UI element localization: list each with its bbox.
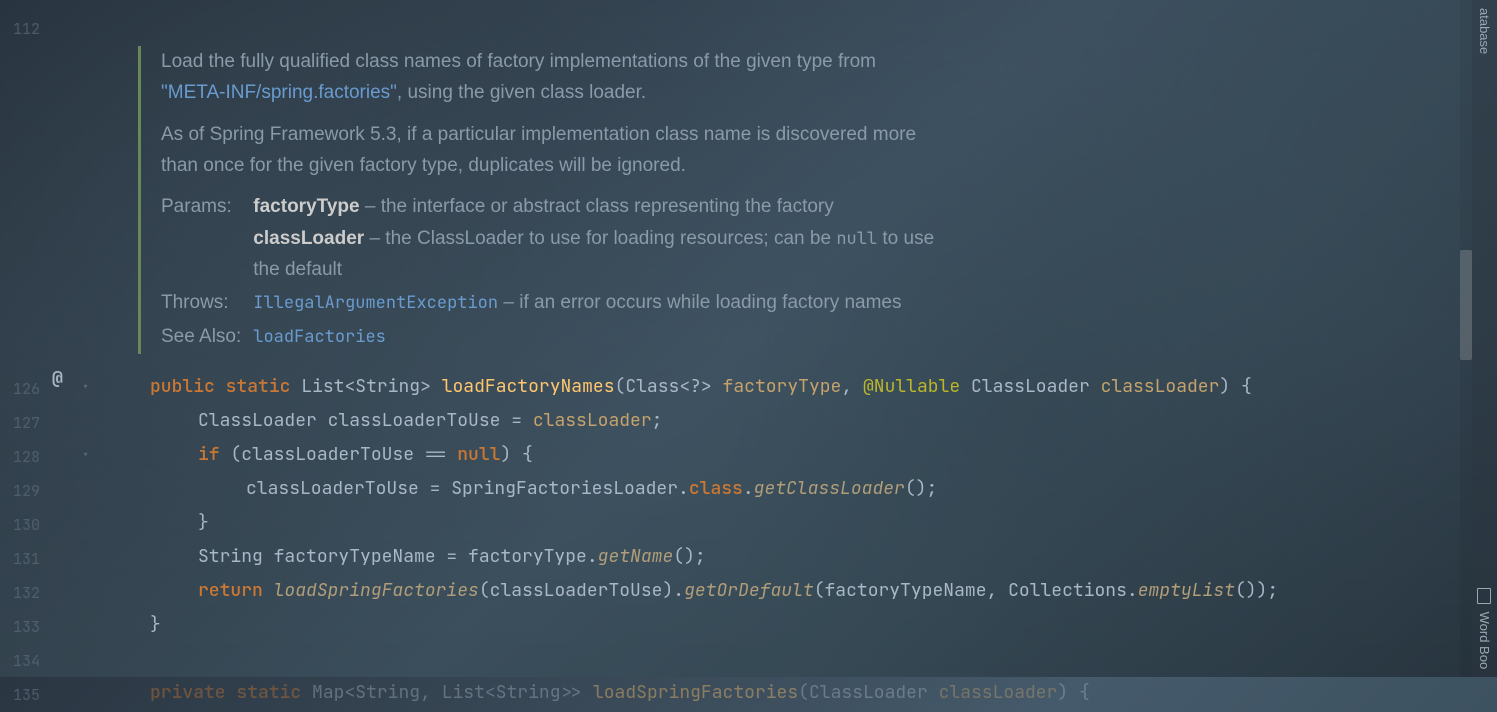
javadoc-null-keyword: null — [836, 228, 877, 250]
javadoc-throws-desc: – if an error occurs while loading facto… — [498, 292, 901, 313]
line-number: 134 — [0, 644, 40, 678]
code-line[interactable]: } — [98, 608, 1497, 642]
line-gutter: 112 126 127 128 129 130 131 132 133 134 … — [0, 0, 48, 677]
javadoc-param: factoryType – the interface or abstract … — [253, 191, 938, 287]
code-editor: 112 126 127 128 129 130 131 132 133 134 … — [0, 0, 1497, 677]
javadoc-throws: IllegalArgumentException – if an error o… — [253, 287, 938, 320]
javadoc-popup: Load the fully qualified class names of … — [138, 46, 938, 354]
javadoc-text: Load the fully qualified class names of … — [161, 51, 876, 72]
javadoc-summary: Load the fully qualified class names of … — [161, 46, 938, 109]
right-tool-panel: atabase Word Boo — [1472, 0, 1497, 677]
code-line[interactable] — [98, 642, 1497, 676]
javadoc-note: As of Spring Framework 5.3, if a particu… — [161, 119, 938, 182]
line-number: 129 — [0, 474, 40, 508]
vertical-scrollbar[interactable] — [1460, 0, 1472, 677]
javadoc-params-label: Params: — [161, 191, 253, 287]
javadoc-link[interactable]: "META-INF/spring.factories" — [161, 82, 397, 103]
code-line[interactable]: public static List<String> loadFactoryNa… — [98, 370, 1497, 404]
javadoc-param-desc: – the ClassLoader to use for loading res… — [364, 228, 836, 249]
editor-content[interactable]: Load the fully qualified class names of … — [98, 0, 1497, 677]
line-number: 130 — [0, 508, 40, 542]
code-line[interactable]: if (classLoaderToUse == null) { — [98, 438, 1497, 472]
line-number: 133 — [0, 610, 40, 644]
gutter-annotations: @ ▾ ▾ — [48, 0, 98, 677]
javadoc-param-name: factoryType — [253, 196, 359, 217]
code-line[interactable]: ClassLoader classLoaderToUse = classLoad… — [98, 404, 1497, 438]
line-number: 128 — [0, 440, 40, 474]
line-number: 127 — [0, 406, 40, 440]
scrollbar-thumb[interactable] — [1460, 250, 1472, 360]
javadoc-exception-link[interactable]: IllegalArgumentException — [253, 292, 498, 314]
code-line[interactable]: return loadSpringFactories(classLoaderTo… — [98, 574, 1497, 608]
code-line[interactable]: classLoaderToUse = SpringFactoriesLoader… — [98, 472, 1497, 506]
line-number: 131 — [0, 542, 40, 576]
annotation-marker-icon[interactable]: @ — [52, 362, 63, 396]
javadoc-text: , using the given class loader. — [397, 82, 646, 103]
wordbook-tool-tab[interactable]: Word Boo — [1473, 580, 1496, 677]
line-number: 132 — [0, 576, 40, 610]
code-line[interactable]: String factoryTypeName = factoryType.get… — [98, 540, 1497, 574]
javadoc-param-name: classLoader — [253, 228, 364, 249]
code-line[interactable]: private static Map<String, List<String>>… — [98, 676, 1497, 710]
line-number: 135 — [0, 678, 40, 712]
javadoc-param-desc: – the interface or abstract class repres… — [360, 196, 834, 217]
javadoc-seealso-link[interactable]: loadFactories — [253, 326, 386, 348]
code-line[interactable]: } — [98, 506, 1497, 540]
fold-toggle-icon[interactable]: ▾ — [82, 370, 89, 404]
line-number: 112 — [0, 12, 40, 46]
line-number: 126 — [0, 372, 40, 406]
database-tool-tab[interactable]: atabase — [1473, 0, 1496, 62]
javadoc-seealso-label: See Also: — [161, 321, 253, 354]
javadoc-throws-label: Throws: — [161, 287, 253, 320]
fold-toggle-icon[interactable]: ▾ — [82, 438, 89, 472]
wordbook-icon — [1477, 588, 1492, 608]
